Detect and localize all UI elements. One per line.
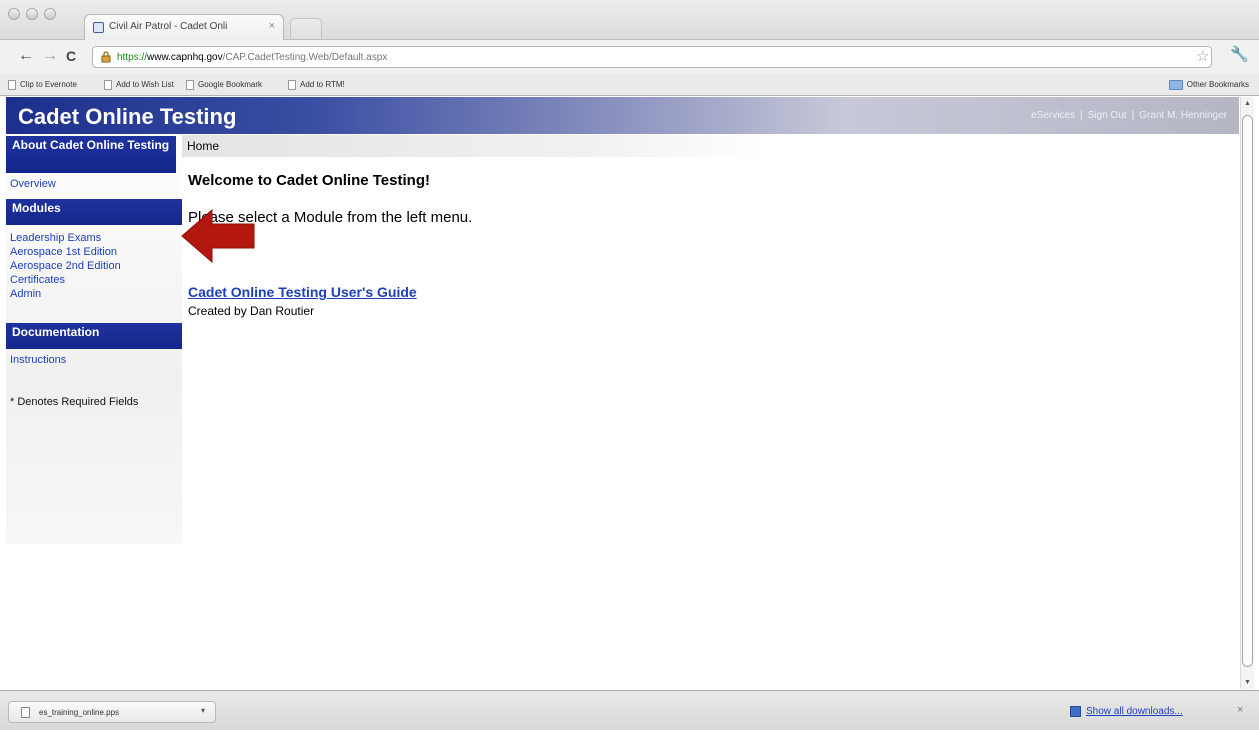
page-title: Welcome to Cadet Online Testing!	[188, 172, 430, 189]
link-separator: |	[1080, 110, 1083, 121]
sign-out-link[interactable]: Sign Out	[1088, 110, 1127, 121]
header-links: eServices | Sign Out | Grant M. Henninger	[1031, 110, 1227, 121]
bookmark-label: Add to Wish List	[116, 80, 174, 89]
sidebar-item-instructions[interactable]: Instructions	[10, 354, 66, 367]
zoom-window-icon[interactable]	[44, 8, 56, 20]
site-title: Cadet Online Testing	[18, 104, 237, 129]
page-icon	[288, 80, 296, 90]
sidebar-heading-modules: Modules	[6, 199, 182, 225]
sidebar-heading-documentation: Documentation	[6, 323, 182, 349]
forward-arrow-icon[interactable]: →	[42, 48, 58, 64]
browser-tab[interactable]: Civil Air Patrol - Cadet Onli ×	[84, 14, 284, 40]
breadcrumb-home[interactable]: Home	[187, 139, 219, 153]
sidebar-item-certificates[interactable]: Certificates	[10, 274, 65, 287]
tab-close-icon[interactable]: ×	[269, 20, 275, 32]
close-downloads-icon[interactable]: ×	[1237, 704, 1243, 716]
bookmark-star-icon[interactable]: ☆	[1196, 47, 1209, 65]
bookmark-google-bookmark[interactable]: Google Bookmark	[186, 80, 263, 90]
required-fields-note: * Denotes Required Fields	[10, 396, 139, 408]
url-path: /CAP.CadetTesting.Web/Default.aspx	[222, 52, 388, 63]
site-header: Cadet Online Testing eServices | Sign Out |…	[6, 97, 1239, 134]
scroll-up-icon[interactable]: ▲	[1244, 100, 1251, 107]
page-icon	[8, 80, 16, 90]
left-arrow-icon	[181, 208, 255, 264]
breadcrumb: Home	[182, 135, 766, 157]
bookmark-label: Add to RTM!	[300, 80, 345, 89]
link-separator: |	[1131, 110, 1135, 121]
url-host: www.capnhq.gov	[147, 52, 223, 63]
site-favicon-icon	[93, 22, 104, 33]
sidebar-item-leadership-exams[interactable]: Leadership Exams	[10, 232, 101, 245]
sidebar-item-admin[interactable]: Admin	[10, 288, 41, 301]
sidebar-item-aerospace-2nd-edition[interactable]: Aerospace 2nd Edition	[10, 260, 121, 273]
file-icon	[21, 707, 30, 718]
users-guide-link[interactable]: Cadet Online Testing User's Guide	[188, 284, 417, 300]
download-file-name: es_training_online.pps	[39, 708, 120, 717]
back-arrow-icon[interactable]: ←	[18, 48, 34, 64]
page-scrollbar[interactable]: ▲ ▼	[1240, 97, 1254, 689]
address-bar[interactable]: https://www.capnhq.gov/CAP.CadetTesting.…	[92, 46, 1212, 68]
minimize-window-icon[interactable]	[26, 8, 38, 20]
scrollbar-thumb[interactable]	[1242, 115, 1253, 667]
reload-icon[interactable]: C	[66, 48, 76, 64]
sidebar-item-aerospace-1st-edition[interactable]: Aerospace 1st Edition	[10, 246, 117, 259]
show-all-downloads-label: Show all downloads...	[1086, 706, 1183, 717]
guide-credit: Created by Dan Routier	[188, 304, 315, 318]
new-tab-button[interactable]	[290, 18, 322, 38]
url-scheme: https://	[117, 52, 148, 63]
close-window-icon[interactable]	[8, 8, 20, 20]
other-bookmarks-button[interactable]: Other Bookmarks	[1168, 80, 1249, 90]
other-bookmarks-label: Other Bookmarks	[1186, 80, 1249, 89]
downloads-bar: es_training_online.pps ▾ Show all downlo…	[0, 690, 1259, 730]
window-titlebar: Civil Air Patrol - Cadet Onli ×	[0, 0, 1259, 40]
scroll-down-icon[interactable]: ▼	[1244, 679, 1251, 686]
eservices-link[interactable]: eServices	[1031, 110, 1075, 121]
folder-icon	[1168, 80, 1183, 90]
download-item[interactable]: es_training_online.pps ▾	[8, 701, 216, 723]
downloads-icon	[1070, 706, 1081, 717]
page-icon	[186, 80, 194, 90]
user-name-link[interactable]: Grant M. Henninger	[1139, 110, 1227, 121]
tab-title: Civil Air Patrol - Cadet Onli	[109, 21, 228, 32]
page-icon	[104, 80, 112, 90]
sidebar-item-overview[interactable]: Overview	[10, 178, 56, 191]
sidebar-heading-about: About Cadet Online Testing	[6, 136, 176, 173]
bookmark-clip-to-evernote[interactable]: Clip to Evernote	[8, 80, 77, 90]
bookmark-label: Clip to Evernote	[20, 80, 77, 89]
bookmarks-bar: Clip to Evernote Add to Wish List Google…	[0, 74, 1259, 96]
lock-icon	[101, 51, 111, 63]
bookmark-add-to-rtm[interactable]: Add to RTM!	[288, 80, 345, 90]
bookmark-label: Google Bookmark	[198, 80, 263, 89]
wrench-menu-icon[interactable]: 🔧	[1230, 45, 1249, 63]
left-sidebar: About Cadet Online Testing Overview Modu…	[6, 134, 182, 544]
show-all-downloads-link[interactable]: Show all downloads...	[1070, 706, 1183, 717]
download-menu-icon[interactable]: ▾	[201, 706, 205, 715]
bookmark-add-to-wish-list[interactable]: Add to Wish List	[104, 80, 174, 90]
